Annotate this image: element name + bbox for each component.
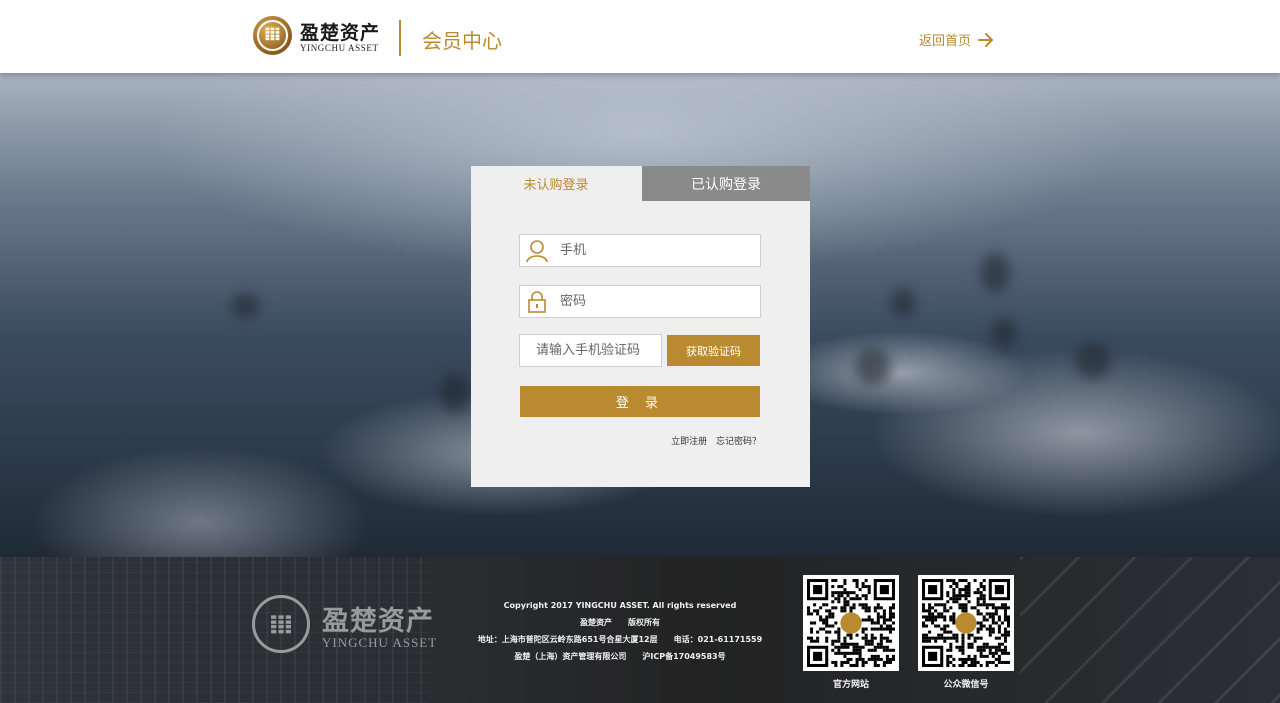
password-input[interactable]: [560, 286, 755, 317]
page-title: 会员中心: [422, 29, 502, 53]
auth-links: 立即注册 忘记密码？: [665, 434, 761, 447]
password-field: [519, 285, 761, 318]
footer-logo-emblem-icon: 𝍖: [252, 595, 310, 653]
phone-field: [519, 234, 761, 267]
wechat-qr-label: 公众微信号: [943, 680, 989, 690]
footer-logo-name-cn: 盈楚资产: [322, 606, 434, 637]
company-text: 盈楚（上海）资产管理有限公司 沪ICP备17049583号: [514, 652, 726, 661]
tab-unsubscribed-login[interactable]: 未认购登录: [471, 166, 641, 201]
register-link[interactable]: 立即注册: [671, 437, 707, 447]
footer-info: Copyright 2017 YINGCHU ASSET. All rights…: [470, 597, 770, 665]
site-footer: 𝍖 盈楚资产 YINGCHU ASSET Copyright 2017 YING…: [0, 557, 1280, 703]
logo-name-en: YINGCHU ASSET: [300, 43, 379, 53]
copyright-text: Copyright 2017 YINGCHU ASSET. All rights…: [503, 601, 737, 610]
qr-code-icon: [807, 579, 895, 667]
address-text: 地址：上海市普陀区云岭东路651号合星大厦12层 电话：021-61171559: [477, 635, 763, 644]
website-qr-code: [803, 575, 899, 671]
brand-logo[interactable]: 𝍖 盈楚资产 YINGCHU ASSET: [253, 16, 379, 56]
forgot-password-link[interactable]: 忘记密码？: [716, 437, 761, 447]
site-header: 𝍖 盈楚资产 YINGCHU ASSET 会员中心 返回首页: [0, 0, 1280, 73]
user-icon: [526, 240, 548, 263]
logo-emblem-icon: 𝍖: [253, 16, 292, 55]
sms-code-field: [519, 334, 662, 367]
login-card: 未认购登录 已认购登录 获取验证码 登 录 立即注册 忘记密码？: [471, 166, 810, 487]
website-qr-label: 官方网站: [832, 680, 869, 690]
footer-beams-pattern: [1020, 557, 1280, 703]
footer-logo: 𝍖 盈楚资产 YINGCHU ASSET: [252, 595, 442, 655]
back-home-label: 返回首页: [919, 34, 972, 49]
rights-text: 盈楚资产 版权所有: [580, 618, 660, 627]
phone-input[interactable]: [560, 235, 755, 266]
back-home-link[interactable]: 返回首页: [919, 30, 995, 49]
login-button[interactable]: 登 录: [520, 386, 760, 417]
get-code-button[interactable]: 获取验证码: [667, 335, 760, 366]
logo-name-cn: 盈楚资产: [300, 22, 381, 44]
tab-subscribed-login[interactable]: 已认购登录: [642, 166, 810, 201]
arrow-right-icon: [978, 32, 994, 47]
lock-icon: [528, 291, 546, 313]
sms-code-input[interactable]: [520, 335, 661, 366]
qr-code-icon: [922, 579, 1010, 667]
header-divider: [399, 20, 401, 56]
footer-logo-name-en: YINGCHU ASSET: [322, 635, 438, 650]
wechat-qr-code: [918, 575, 1014, 671]
